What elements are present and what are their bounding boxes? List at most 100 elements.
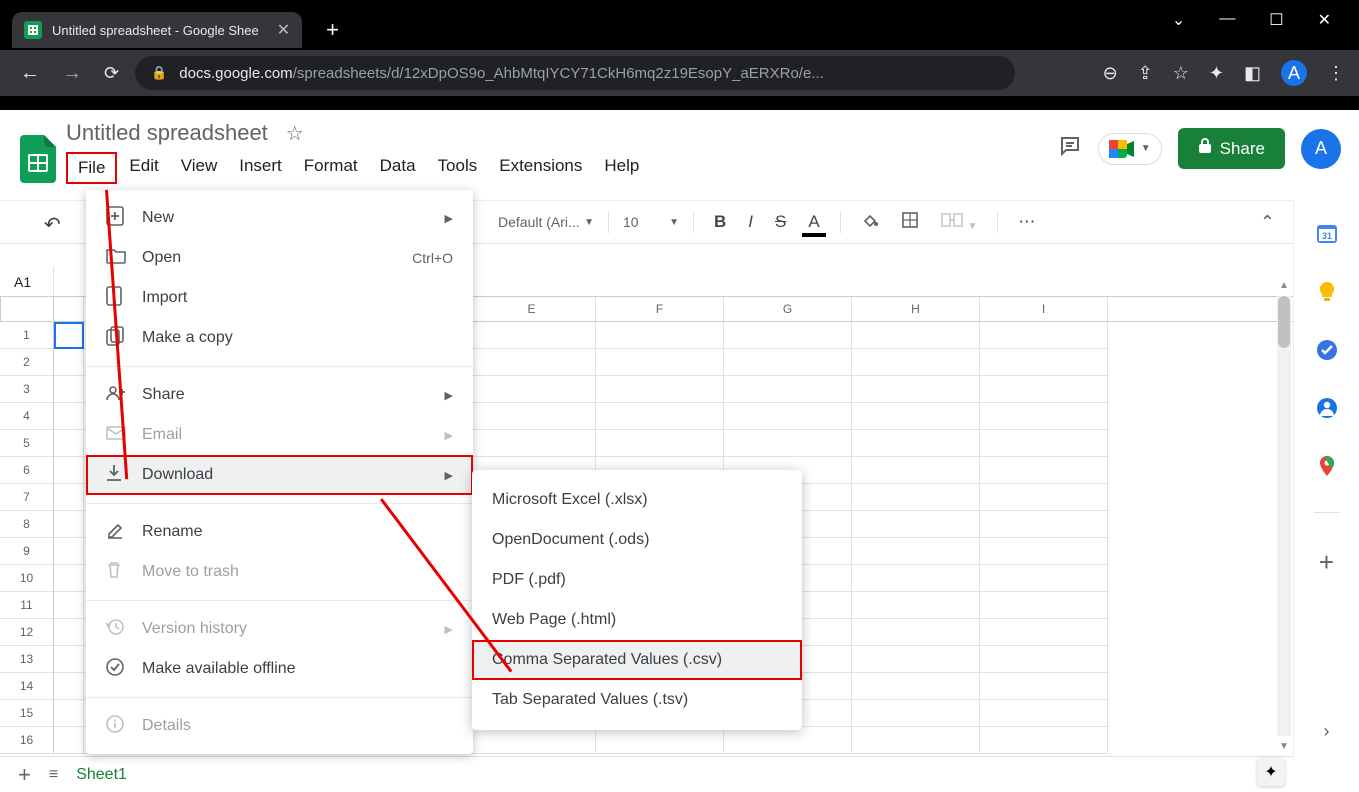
vertical-scrollbar[interactable]: ▲ ▼ [1277, 296, 1291, 736]
share-url-icon[interactable]: ⇪ [1138, 63, 1153, 84]
col-header-I[interactable]: I [980, 297, 1108, 321]
menu-tools[interactable]: Tools [428, 152, 488, 184]
tab-close-icon[interactable]: ✕ [277, 20, 290, 40]
col-header-H[interactable]: H [852, 297, 980, 321]
row-header[interactable]: 3 [0, 376, 54, 403]
row-header[interactable]: 9 [0, 538, 54, 565]
italic-button[interactable]: I [742, 208, 759, 236]
tasks-icon[interactable] [1315, 338, 1339, 362]
collapse-toolbar-button[interactable]: ⌃ [1260, 212, 1275, 233]
menu-view[interactable]: View [171, 152, 228, 184]
bold-button[interactable]: B [708, 208, 732, 236]
all-sheets-button[interactable]: ≡ [49, 766, 58, 784]
menu-help[interactable]: Help [594, 152, 649, 184]
row-header[interactable]: 5 [0, 430, 54, 457]
submenu-item-html[interactable]: Web Page (.html) [472, 600, 802, 640]
menu-file[interactable]: File [66, 152, 117, 184]
account-badge[interactable]: A [1301, 129, 1341, 169]
menu-edit[interactable]: Edit [119, 152, 168, 184]
menu-item-new[interactable]: New ▶ [86, 198, 473, 238]
kebab-menu-icon[interactable]: ⋮ [1327, 63, 1345, 84]
contacts-icon[interactable] [1315, 396, 1339, 420]
col-header-F[interactable]: F [596, 297, 724, 321]
name-box[interactable]: A1 [0, 266, 54, 297]
row-header[interactable]: 8 [0, 511, 54, 538]
menu-item-rename[interactable]: Rename [86, 512, 473, 552]
hide-sidepanel-icon[interactable]: › [1324, 721, 1330, 742]
bookmark-icon[interactable]: ☆ [1173, 63, 1189, 84]
strikethrough-button[interactable]: S [769, 208, 792, 236]
scroll-up-icon[interactable]: ▲ [1277, 280, 1291, 291]
row-header[interactable]: 7 [0, 484, 54, 511]
sidepanel-icon[interactable]: ◧ [1244, 63, 1261, 84]
row-header[interactable]: 1 [0, 322, 54, 349]
borders-button[interactable] [895, 207, 925, 238]
sheet-tab[interactable]: Sheet1 [76, 766, 127, 784]
menu-item-share[interactable]: Share ▶ [86, 375, 473, 415]
row-header[interactable]: 2 [0, 349, 54, 376]
new-tab-button[interactable]: + [326, 17, 339, 43]
add-sheet-button[interactable]: + [18, 762, 31, 788]
more-toolbar-button[interactable]: ⋯ [1012, 208, 1041, 236]
explore-button[interactable]: ✦ [1257, 758, 1285, 786]
row-header[interactable]: 13 [0, 646, 54, 673]
fill-color-button[interactable] [855, 207, 885, 238]
menu-item-make-available-offline[interactable]: Make available offline [86, 649, 473, 689]
star-icon[interactable]: ☆ [286, 121, 304, 146]
scroll-thumb[interactable] [1278, 296, 1290, 348]
download-icon [106, 464, 126, 487]
menu-item-label: Open [142, 249, 181, 267]
row-header[interactable]: 16 [0, 727, 54, 754]
col-header-G[interactable]: G [724, 297, 852, 321]
select-all-corner[interactable] [0, 296, 54, 322]
menu-data[interactable]: Data [370, 152, 426, 184]
menu-extensions[interactable]: Extensions [489, 152, 592, 184]
undo-button[interactable]: ↶ [44, 212, 61, 237]
extensions-icon[interactable]: ✦ [1209, 63, 1224, 84]
col-header-A[interactable] [54, 297, 84, 321]
doc-title[interactable]: Untitled spreadsheet [66, 120, 268, 146]
row-header[interactable]: 14 [0, 673, 54, 700]
calendar-icon[interactable]: 31 [1315, 222, 1339, 246]
meet-button[interactable]: ▼ [1098, 133, 1162, 165]
row-header[interactable]: 6 [0, 457, 54, 484]
zoom-icon[interactable]: ⊖ [1103, 63, 1118, 84]
comments-icon[interactable] [1058, 134, 1082, 164]
row-header[interactable]: 11 [0, 592, 54, 619]
row-header[interactable]: 10 [0, 565, 54, 592]
menu-insert[interactable]: Insert [229, 152, 292, 184]
submenu-item-xlsx[interactable]: Microsoft Excel (.xlsx) [472, 480, 802, 520]
keep-icon[interactable] [1315, 280, 1339, 304]
browser-tab[interactable]: Untitled spreadsheet - Google Shee ✕ [12, 12, 302, 48]
menu-item-open[interactable]: Open Ctrl+O [86, 238, 473, 278]
forward-button[interactable]: → [56, 58, 88, 89]
merge-cells-button[interactable]: ▼ [935, 207, 984, 238]
font-size-select[interactable]: 10 ▼ [623, 214, 679, 230]
maps-icon[interactable] [1315, 454, 1339, 478]
submenu-item-csv[interactable]: Comma Separated Values (.csv) [472, 640, 802, 680]
menu-format[interactable]: Format [294, 152, 368, 184]
url-box[interactable]: 🔒 docs.google.com/spreadsheets/d/12xDpOS… [135, 56, 1015, 90]
back-button[interactable]: ← [14, 58, 46, 89]
row-header[interactable]: 15 [0, 700, 54, 727]
menu-item-import[interactable]: Import [86, 278, 473, 318]
submenu-item-pdf[interactable]: PDF (.pdf) [472, 560, 802, 600]
text-color-button[interactable]: A [802, 208, 825, 236]
menu-item-download[interactable]: Download ▶ [86, 455, 473, 495]
menu-item-label: Rename [142, 523, 202, 541]
font-family-select[interactable]: Default (Ari... ▼ [498, 214, 594, 230]
scroll-down-icon[interactable]: ▼ [1277, 741, 1291, 752]
submenu-item-tsv[interactable]: Tab Separated Values (.tsv) [472, 680, 802, 720]
profile-badge[interactable]: A [1281, 60, 1307, 86]
row-header[interactable]: 12 [0, 619, 54, 646]
menu-item-make-a-copy[interactable]: Make a copy [86, 318, 473, 358]
chevron-right-icon: ▶ [445, 429, 453, 442]
col-header-E[interactable]: E [468, 297, 596, 321]
add-addon-icon[interactable]: + [1315, 547, 1339, 571]
submenu-item-ods[interactable]: OpenDocument (.ods) [472, 520, 802, 560]
row-header[interactable]: 4 [0, 403, 54, 430]
history-icon [106, 618, 126, 641]
sheets-logo-icon[interactable] [18, 132, 58, 186]
reload-button[interactable]: ⟳ [98, 59, 125, 88]
share-button[interactable]: Share [1178, 128, 1285, 169]
